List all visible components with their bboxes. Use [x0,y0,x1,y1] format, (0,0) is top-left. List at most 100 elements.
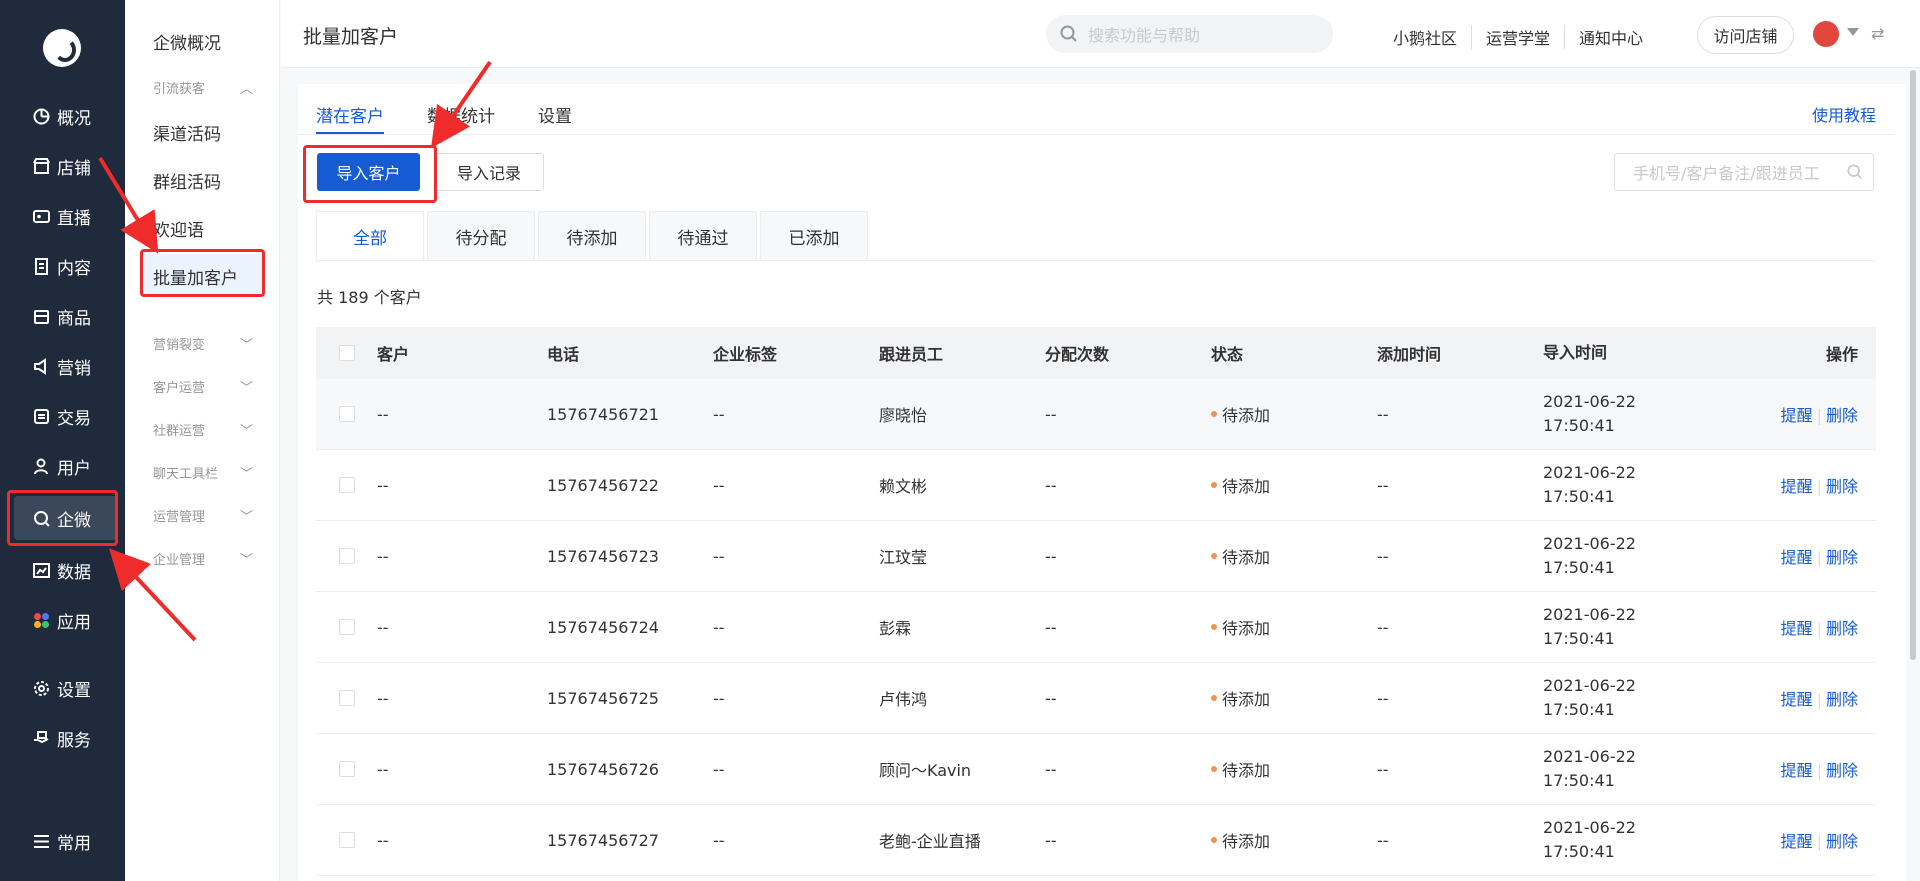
cell-customer: -- [377,759,389,779]
community-link[interactable]: 小鹅社区 [1379,25,1473,49]
cell-import-time: 2021-06-22 17:50:41 [1543,603,1693,651]
subtab-unassigned[interactable]: 待分配 [427,211,535,261]
row-checkbox[interactable] [338,548,355,564]
customer-filter-input[interactable]: 手机号/客户备注/跟进员工 [1614,153,1874,191]
nav-service[interactable]: 服务 [14,716,118,760]
academy-link[interactable]: 运营学堂 [1472,25,1566,49]
status-text: 待添加 [1222,477,1271,496]
nav2-group-chat-toolbar[interactable]: 聊天工具栏 ﹀ [153,463,253,482]
row-checkbox[interactable] [338,406,355,422]
nav2-channel-code[interactable]: 渠道活码 [153,120,221,145]
cell-staff: 卢伟鸿 [879,690,928,709]
nav-overview[interactable]: 概况 [14,94,118,138]
nav2-group-fission[interactable]: 营销裂变 ﹀ [153,334,253,353]
delete-link[interactable]: 删除 [1826,548,1858,567]
subtab-pending[interactable]: 待通过 [649,211,757,261]
tab-potential-customers[interactable]: 潜在客户 [316,84,384,134]
nav-common[interactable]: 常用 [14,819,118,863]
remind-link[interactable]: 提醒 [1781,619,1813,638]
nav-goods[interactable]: 商品 [14,294,118,338]
nav-trade[interactable]: 交易 [14,394,118,438]
nav2-group-label: 客户运营 [153,381,206,396]
select-all-checkbox[interactable] [338,345,355,361]
nav2-group-enterprise-mgmt[interactable]: 企业管理 ﹀ [153,549,253,568]
nav2-group-ops-mgmt[interactable]: 运营管理 ﹀ [153,506,253,525]
cell-count: -- [1045,404,1057,424]
delete-link[interactable]: 删除 [1826,477,1858,496]
nav-store[interactable]: 店铺 [14,144,118,188]
action-separator: | [1816,690,1822,709]
nav2-overview[interactable]: 企微概况 [153,29,221,54]
table-row: -- 15767456727 -- 老鲍-企业直播 -- 待添加 -- 2021-06-22 1… [316,805,1876,876]
table-row: -- 15767456722 -- 赖文彬 -- 待添加 -- 2021-06-22 17:50… [316,450,1876,521]
cell-phone: 15767456724 [547,617,659,637]
remind-link[interactable]: 提醒 [1781,690,1813,709]
switch-icon[interactable]: ⇄ [1871,24,1884,43]
nav-user[interactable]: 用户 [14,444,118,488]
global-search-input[interactable]: 搜索功能与帮助 [1046,15,1333,53]
nav-marketing[interactable]: 营销 [14,344,118,388]
logo[interactable] [43,29,81,67]
remind-link[interactable]: 提醒 [1781,477,1813,496]
import-time: 17:50:41 [1543,416,1615,435]
tab-settings[interactable]: 设置 [538,84,572,134]
subtab-added[interactable]: 已添加 [760,211,868,261]
status-dot [1211,553,1217,559]
nav2-welcome[interactable]: 欢迎语 [153,216,204,241]
cell-actions: 提醒 | 删除 [1693,757,1876,781]
tab-statistics[interactable]: 数据统计 [427,84,495,134]
remind-link[interactable]: 提醒 [1781,761,1813,780]
cell-customer: -- [377,546,389,566]
nav-live[interactable]: 直播 [14,194,118,238]
nav2-group-code[interactable]: 群组活码 [153,168,221,193]
top-bar: 批量加客户 搜索功能与帮助 小鹅社区 运营学堂 通知中心 访问店铺 ⇄ [281,0,1920,68]
row-checkbox[interactable] [338,690,355,706]
nav-apps[interactable]: 应用 [14,598,118,642]
action-separator: | [1816,761,1822,780]
cell-added-time: -- [1377,830,1389,850]
cell-tag: -- [713,475,725,495]
cell-phone: 15767456725 [547,688,659,708]
status-dot [1211,766,1217,772]
nav-settings[interactable]: 设置 [14,666,118,710]
remind-link[interactable]: 提醒 [1781,548,1813,567]
chevron-down-icon: ﹀ [239,381,253,396]
delete-link[interactable]: 删除 [1826,619,1858,638]
import-date: 2021-06-22 [1543,605,1636,624]
visit-store-button[interactable]: 访问店铺 [1697,16,1794,54]
caret-down-icon[interactable] [1847,28,1859,36]
cell-customer: -- [377,688,389,708]
notification-center-link[interactable]: 通知中心 [1565,25,1657,49]
delete-link[interactable]: 删除 [1826,832,1858,851]
nav2-group-lead[interactable]: 引流获客 ︿ [153,78,253,97]
remind-link[interactable]: 提醒 [1781,832,1813,851]
nav-data[interactable]: 数据 [14,548,118,592]
scrollbar[interactable] [1910,70,1916,660]
cell-import-time: 2021-06-22 17:50:41 [1543,674,1693,722]
nav-content[interactable]: 内容 [14,244,118,288]
import-records-button[interactable]: 导入记录 [434,153,544,191]
tutorial-link[interactable]: 使用教程 [1812,102,1876,126]
row-checkbox[interactable] [338,761,355,777]
nav2-group-customer-ops[interactable]: 客户运营 ﹀ [153,377,253,396]
subtab-all[interactable]: 全部 [316,211,424,261]
avatar[interactable] [1813,21,1839,47]
search-icon [1847,164,1862,179]
row-checkbox[interactable] [338,832,355,848]
remind-link[interactable]: 提醒 [1781,406,1813,425]
subtab-to-add[interactable]: 待添加 [538,211,646,261]
cell-tag: -- [713,404,725,424]
cell-staff: 彭霖 [879,619,912,638]
row-checkbox[interactable] [338,477,355,493]
header-import-time: 导入时间 [1543,343,1608,362]
delete-link[interactable]: 删除 [1826,406,1858,425]
import-date: 2021-06-22 [1543,392,1636,411]
action-separator: | [1816,619,1822,638]
nav2-group-community[interactable]: 社群运营 ﹀ [153,420,253,439]
service-icon [32,729,50,747]
cell-status: 待添加 [1211,615,1377,639]
delete-link[interactable]: 删除 [1826,761,1858,780]
goods-icon [32,307,50,325]
delete-link[interactable]: 删除 [1826,690,1858,709]
row-checkbox[interactable] [338,619,355,635]
